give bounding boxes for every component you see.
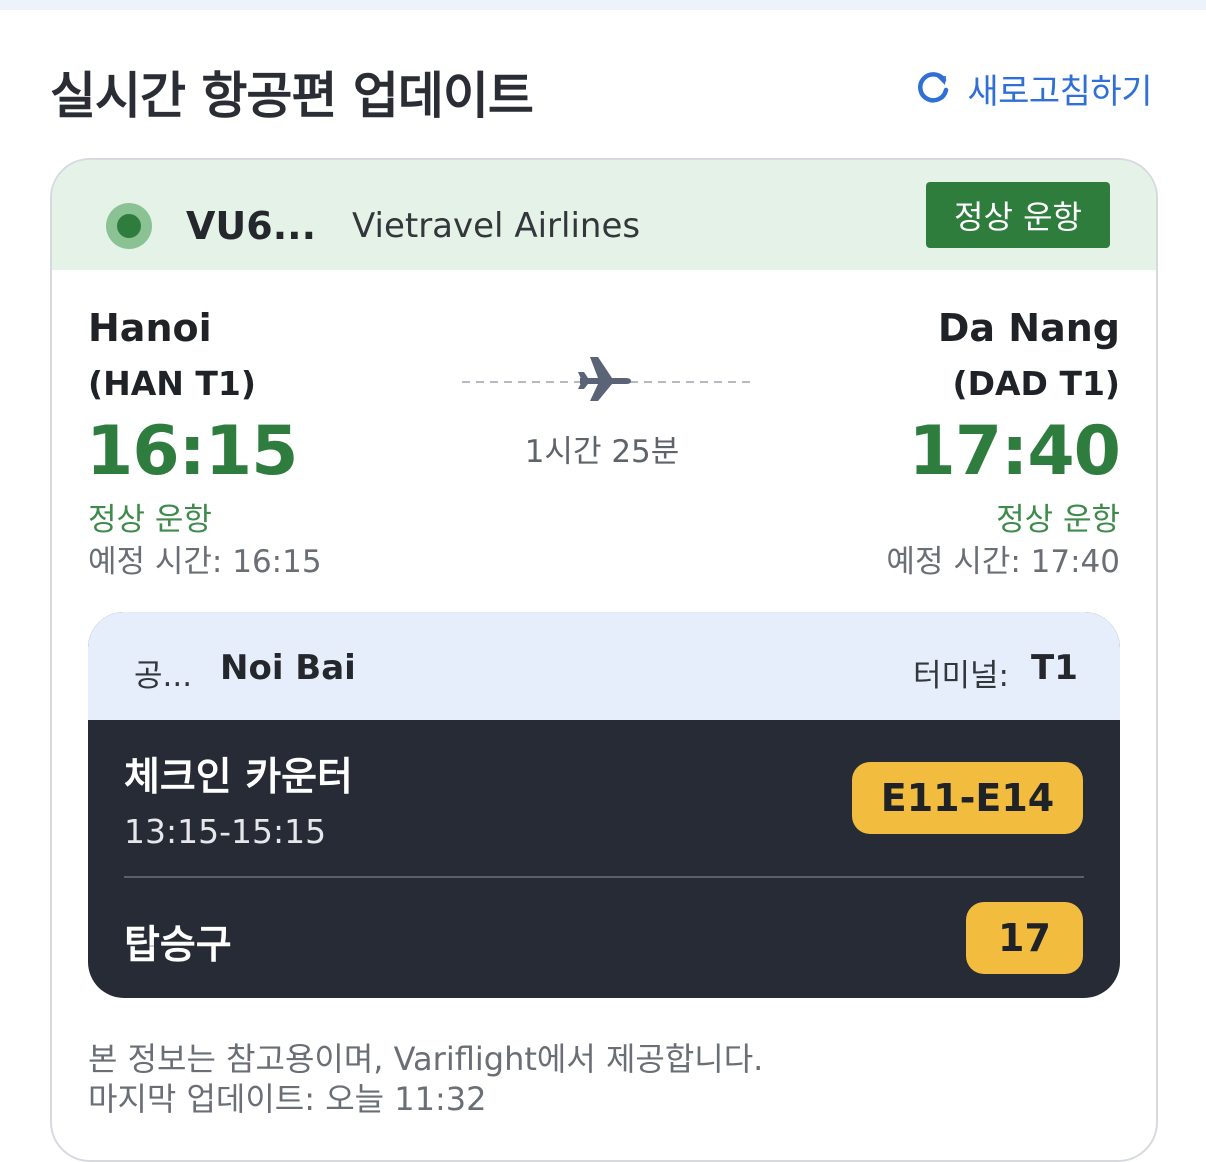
header: 실시간 항공편 업데이트 새로고침하기 [50, 52, 1156, 132]
status-dot-icon [106, 203, 152, 249]
checkin-counter-badge: E11-E14 [852, 762, 1083, 834]
page-title: 실시간 항공편 업데이트 [50, 67, 534, 125]
flight-number: VU6... [186, 204, 317, 248]
flight-card[interactable]: VU6... Vietravel Airlines 정상 운항 Hanoi (H… [50, 158, 1158, 1162]
refresh-button[interactable]: 새로고침하기 [913, 66, 1152, 112]
top-strip [0, 0, 1206, 10]
departure-code: (HAN T1) [88, 364, 256, 403]
airport-info-panel: 공... Noi Bai 터미널: T1 체크인 카운터 13:15-15:15… [88, 612, 1120, 998]
airport-name: Noi Bai [220, 648, 356, 688]
arrival-status: 정상 운항 [996, 502, 1120, 538]
airport-label: 공... [134, 658, 193, 694]
flight-card-header: VU6... Vietravel Airlines 정상 운항 [52, 160, 1156, 270]
arrival-code: (DAD T1) [952, 364, 1120, 403]
last-updated: 마지막 업데이트: 오늘 11:32 [88, 1080, 487, 1118]
refresh-label: 새로고침하기 [967, 71, 1152, 112]
departure-scheduled: 예정 시간: 16:15 [88, 544, 322, 580]
airplane-icon [578, 357, 631, 401]
gate-badge: 17 [966, 902, 1083, 974]
airport-row: 공... Noi Bai 터미널: T1 [88, 612, 1120, 720]
arrival-time: 17:40 [908, 412, 1121, 491]
arrival-city: Da Nang [937, 306, 1120, 350]
terminal-value: T1 [1031, 648, 1078, 688]
airline-name: Vietravel Airlines [352, 206, 641, 246]
flight-status-badge: 정상 운항 [926, 182, 1110, 248]
departure-status: 정상 운항 [88, 502, 212, 538]
flight-duration: 1시간 25분 [524, 434, 680, 470]
terminal-label: 터미널: [913, 658, 1010, 694]
departure-city: Hanoi [88, 306, 212, 350]
checkin-time: 13:15-15:15 [124, 812, 327, 851]
checkin-label: 체크인 카운터 [124, 755, 353, 800]
refresh-icon [918, 72, 949, 103]
gate-label: 탑승구 [124, 923, 232, 968]
arrival-scheduled: 예정 시간: 17:40 [886, 544, 1120, 580]
departure-time: 16:15 [86, 412, 298, 491]
divider [124, 876, 1084, 878]
